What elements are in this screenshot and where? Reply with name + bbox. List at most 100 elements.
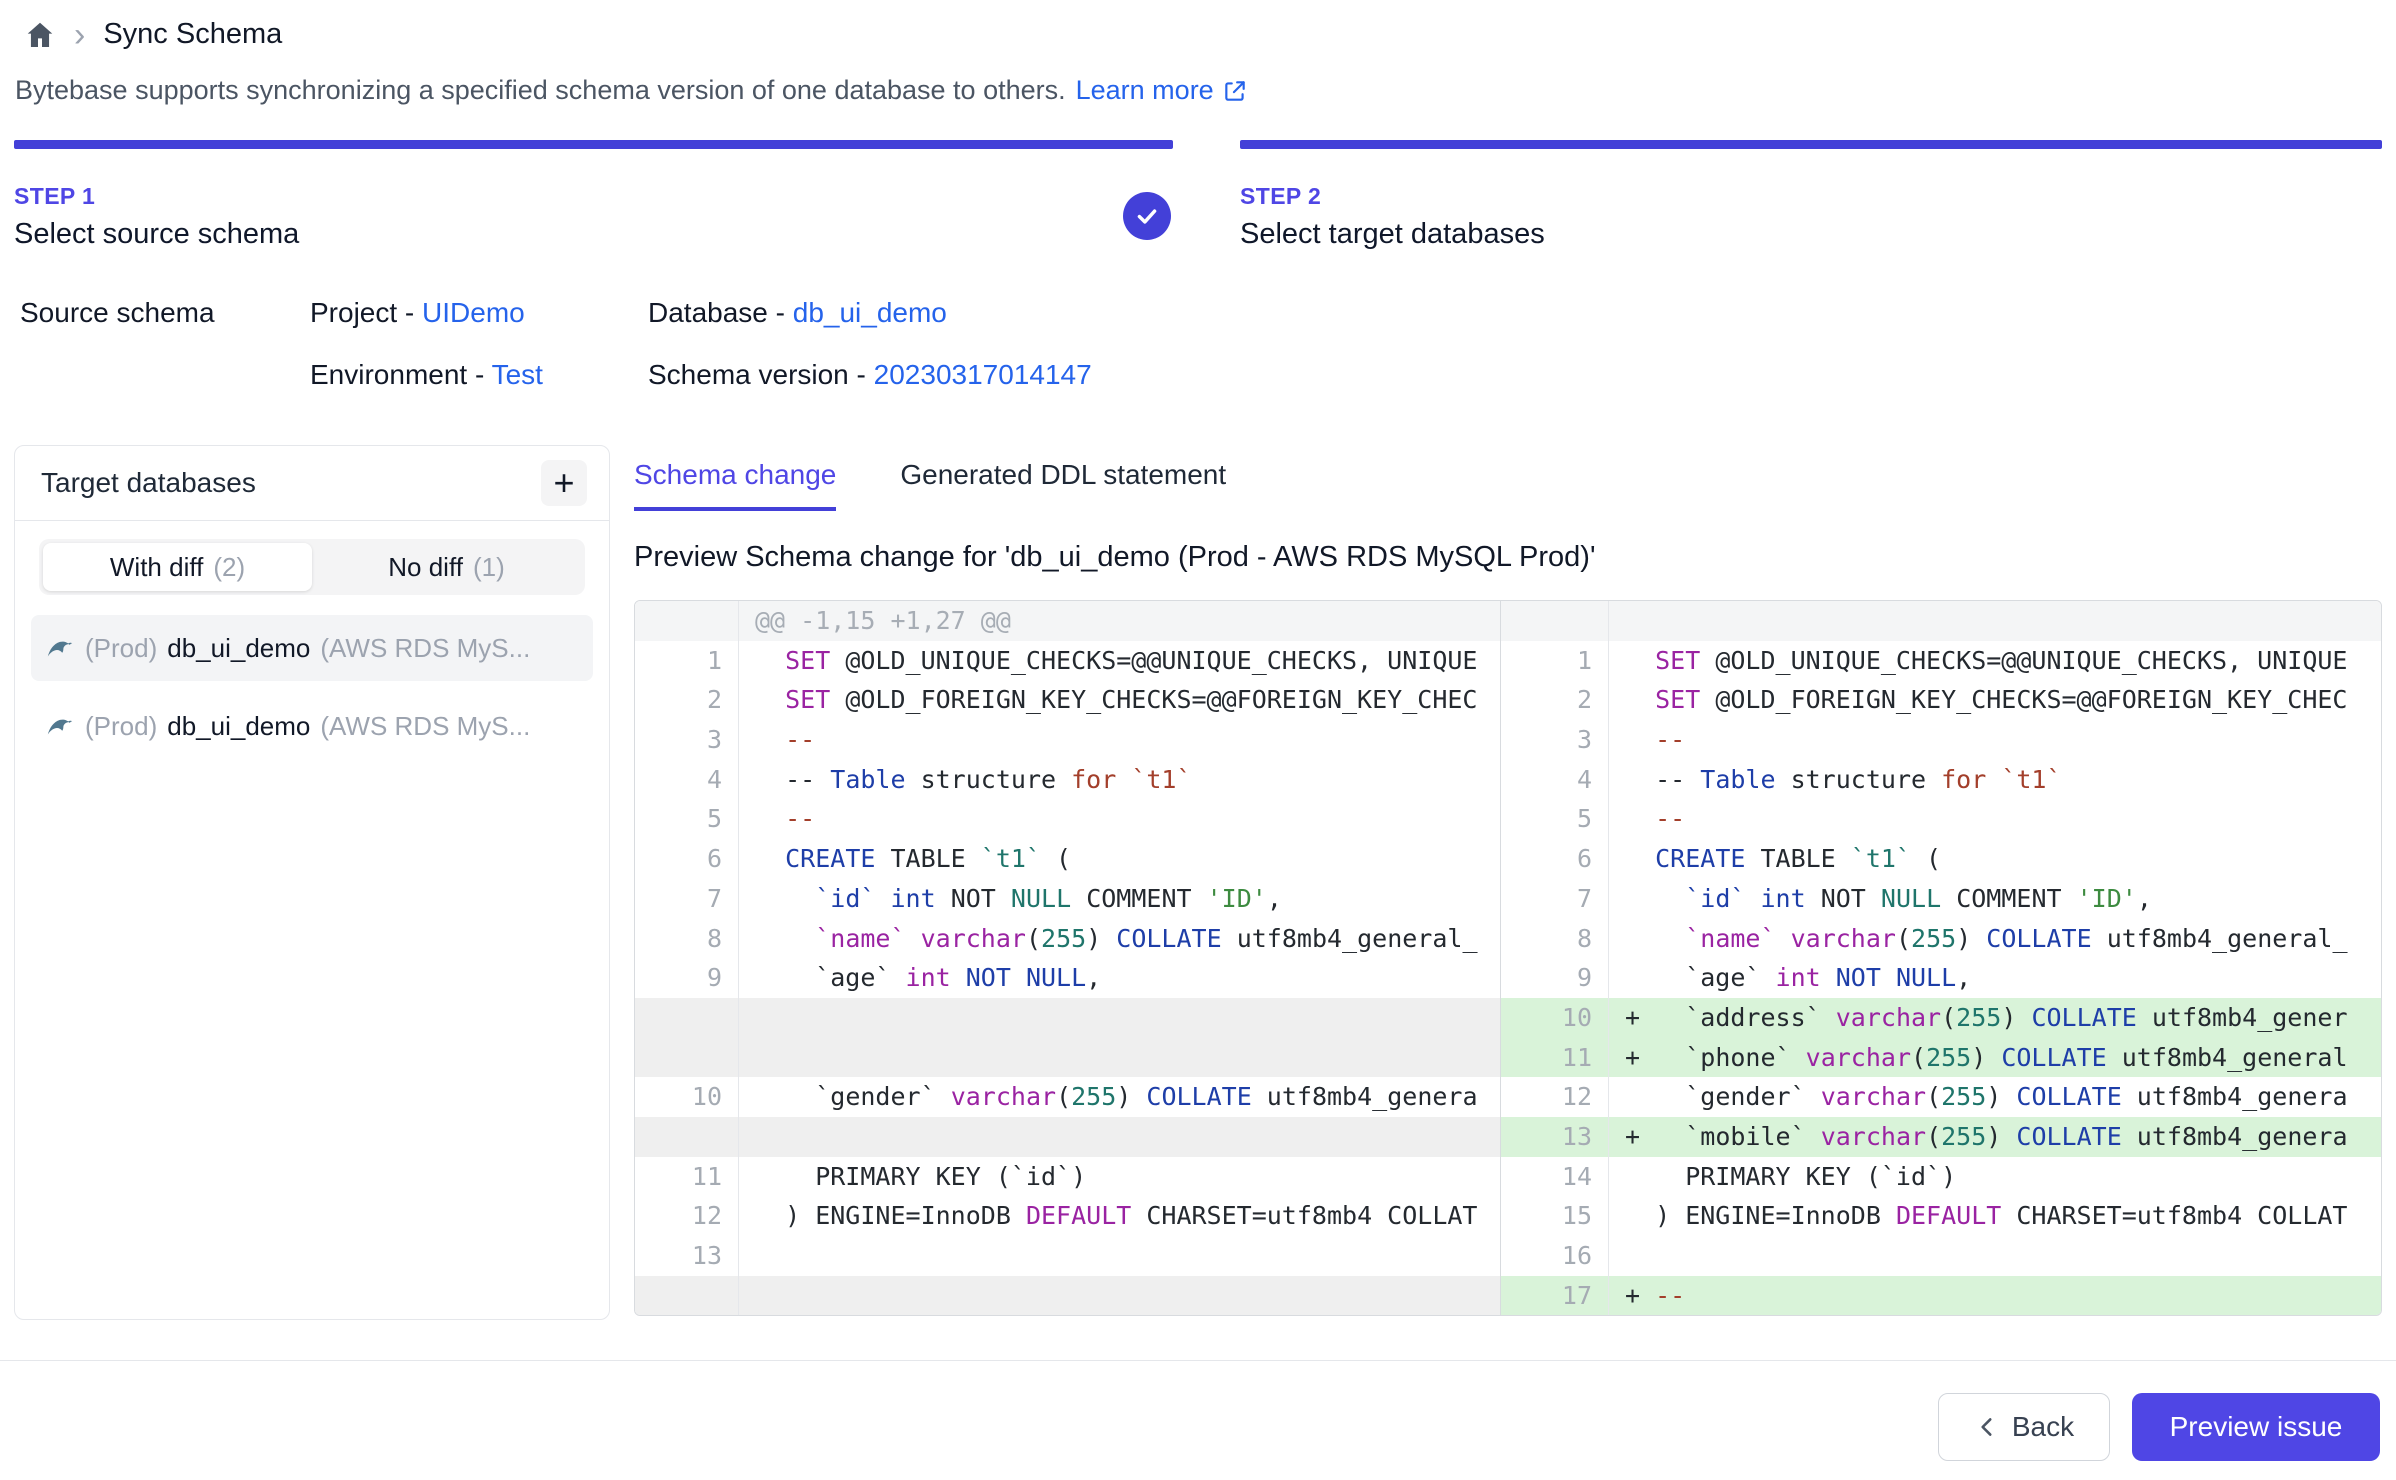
diff-code-line: `age` int NOT NULL, bbox=[739, 958, 1501, 998]
diff-code-line: SET @OLD_UNIQUE_CHECKS=@@UNIQUE_CHECKS, … bbox=[739, 641, 1501, 681]
database-name: db_ui_demo bbox=[167, 633, 310, 664]
database-environment: (Prod) bbox=[85, 633, 157, 664]
back-button[interactable]: Back bbox=[1938, 1393, 2110, 1461]
diff-code-line bbox=[739, 998, 1501, 1038]
step-1-label: STEP 1 bbox=[14, 183, 1173, 210]
diff-line-number: 10 bbox=[635, 1077, 739, 1117]
main-content: Target databases + With diff (2) No diff… bbox=[14, 445, 2382, 1320]
diff-code-line: `id` int NOT NULL COMMENT 'ID', bbox=[1609, 879, 2382, 919]
tab-with-diff-count: (2) bbox=[213, 552, 245, 583]
diff-filter-tabs: With diff (2) No diff (1) bbox=[15, 521, 609, 595]
database-name: db_ui_demo bbox=[167, 711, 310, 742]
breadcrumb-chevron-icon: › bbox=[74, 21, 85, 49]
diff-line-number: 3 bbox=[1501, 720, 1609, 760]
diff-code-line: ) ENGINE=InnoDB DEFAULT CHARSET=utf8mb4 … bbox=[739, 1196, 1501, 1236]
diff-line-number: 3 bbox=[635, 720, 739, 760]
diff-code-line: CREATE TABLE `t1` ( bbox=[739, 839, 1501, 879]
mysql-dolphin-icon bbox=[45, 711, 75, 741]
tab-schema-change[interactable]: Schema change bbox=[634, 459, 836, 511]
footer-actions: Back Preview issue bbox=[0, 1393, 2380, 1461]
diff-code-line: `name` varchar(255) COLLATE utf8mb4_gene… bbox=[739, 919, 1501, 959]
diff-line-number bbox=[635, 1276, 739, 1316]
diff-code-line bbox=[739, 1117, 1501, 1157]
diff-code-line bbox=[1609, 601, 2382, 641]
source-schema-label: Source schema bbox=[20, 293, 310, 333]
diff-line-number: 6 bbox=[1501, 839, 1609, 879]
add-target-database-button[interactable]: + bbox=[541, 460, 587, 506]
diff-line-number: 2 bbox=[635, 680, 739, 720]
tab-no-diff-count: (1) bbox=[473, 552, 505, 583]
preview-issue-button[interactable]: Preview issue bbox=[2132, 1393, 2380, 1461]
diff-code-line: -- bbox=[739, 720, 1501, 760]
source-project: Project - UIDemo bbox=[310, 293, 648, 333]
preview-title: Preview Schema change for 'db_ui_demo (P… bbox=[634, 541, 2382, 574]
diff-line-number bbox=[635, 1117, 739, 1157]
source-environment: Environment - Test bbox=[310, 355, 648, 395]
page-description: Bytebase supports synchronizing a specif… bbox=[15, 75, 2396, 106]
description-text: Bytebase supports synchronizing a specif… bbox=[15, 75, 1066, 106]
diff-code-line bbox=[739, 1038, 1501, 1078]
diff-code-line: `id` int NOT NULL COMMENT 'ID', bbox=[739, 879, 1501, 919]
diff-line-number: 1 bbox=[635, 641, 739, 681]
diff-code-line bbox=[739, 1236, 1501, 1276]
diff-line-number bbox=[635, 601, 739, 641]
environment-link[interactable]: Test bbox=[492, 359, 543, 390]
target-databases-title: Target databases bbox=[41, 467, 256, 499]
diff-code-line: + `mobile` varchar(255) COLLATE utf8mb4_… bbox=[1609, 1117, 2382, 1157]
diff-code-line: SET @OLD_FOREIGN_KEY_CHECKS=@@FOREIGN_KE… bbox=[739, 680, 1501, 720]
diff-code-line: ) ENGINE=InnoDB DEFAULT CHARSET=utf8mb4 … bbox=[1609, 1196, 2382, 1236]
source-schema-summary: Source schema Project - UIDemo Database … bbox=[20, 293, 2396, 395]
diff-line-number: 11 bbox=[1501, 1038, 1609, 1078]
schema-version-link[interactable]: 20230317014147 bbox=[874, 359, 1092, 390]
diff-line-number: 12 bbox=[1501, 1077, 1609, 1117]
home-icon[interactable] bbox=[24, 19, 56, 51]
diff-line-number: 10 bbox=[1501, 998, 1609, 1038]
diff-code-line: `gender` varchar(255) COLLATE utf8mb4_ge… bbox=[739, 1077, 1501, 1117]
learn-more-link[interactable]: Learn more bbox=[1076, 75, 1248, 106]
database-list-item[interactable]: (Prod) db_ui_demo (AWS RDS MyS... bbox=[31, 693, 593, 759]
diff-code-line: + `phone` varchar(255) COLLATE utf8mb4_g… bbox=[1609, 1038, 2382, 1078]
diff-code-line: + `address` varchar(255) COLLATE utf8mb4… bbox=[1609, 998, 2382, 1038]
diff-line-number bbox=[635, 1038, 739, 1078]
tab-with-diff[interactable]: With diff (2) bbox=[43, 543, 312, 591]
diff-table: @@ -1,15 +1,27 @@1 SET @OLD_UNIQUE_CHECK… bbox=[634, 600, 2382, 1316]
page-title: Sync Schema bbox=[103, 18, 282, 51]
database-link[interactable]: db_ui_demo bbox=[793, 297, 947, 328]
target-database-list: (Prod) db_ui_demo (AWS RDS MyS... (Prod)… bbox=[15, 595, 609, 759]
preview-panel: Schema change Generated DDL statement Pr… bbox=[634, 445, 2382, 1316]
project-link[interactable]: UIDemo bbox=[422, 297, 525, 328]
source-schema-spacer bbox=[20, 355, 310, 395]
step-2-progress-bar bbox=[1240, 140, 2382, 149]
diff-line-number: 15 bbox=[1501, 1196, 1609, 1236]
tab-no-diff[interactable]: No diff (1) bbox=[312, 543, 581, 591]
diff-line-number: 7 bbox=[1501, 879, 1609, 919]
diff-code-line bbox=[1609, 1236, 2382, 1276]
mysql-dolphin-icon bbox=[45, 633, 75, 663]
diff-code-line: SET @OLD_UNIQUE_CHECKS=@@UNIQUE_CHECKS, … bbox=[1609, 641, 2382, 681]
diff-line-number: 13 bbox=[1501, 1117, 1609, 1157]
diff-line-number: 9 bbox=[1501, 958, 1609, 998]
diff-line-number: 11 bbox=[635, 1157, 739, 1197]
learn-more-label: Learn more bbox=[1076, 75, 1214, 106]
diff-line-number: 1 bbox=[1501, 641, 1609, 681]
diff-line-number: 16 bbox=[1501, 1236, 1609, 1276]
chevron-left-icon bbox=[1974, 1414, 2000, 1440]
diff-line-number: 12 bbox=[635, 1196, 739, 1236]
diff-line-number: 5 bbox=[635, 799, 739, 839]
database-list-item[interactable]: (Prod) db_ui_demo (AWS RDS MyS... bbox=[31, 615, 593, 681]
step-2-title: Select target databases bbox=[1240, 218, 2382, 251]
schema-version-label: Schema version - bbox=[648, 359, 866, 390]
diff-code-line: SET @OLD_FOREIGN_KEY_CHECKS=@@FOREIGN_KE… bbox=[1609, 680, 2382, 720]
diff-line-number: 2 bbox=[1501, 680, 1609, 720]
tab-no-diff-label: No diff bbox=[388, 552, 463, 583]
diff-code-line: CREATE TABLE `t1` ( bbox=[1609, 839, 2382, 879]
database-label: Database - bbox=[648, 297, 785, 328]
step-1-completed-badge bbox=[1123, 192, 1171, 240]
tab-generated-ddl[interactable]: Generated DDL statement bbox=[900, 459, 1226, 511]
diff-code-line: `age` int NOT NULL, bbox=[1609, 958, 2382, 998]
footer-divider bbox=[0, 1360, 2396, 1361]
step-1-progress-bar bbox=[14, 140, 1173, 149]
diff-line-number: 7 bbox=[635, 879, 739, 919]
preview-tabs: Schema change Generated DDL statement bbox=[634, 445, 2382, 511]
diff-line-number: 8 bbox=[635, 919, 739, 959]
